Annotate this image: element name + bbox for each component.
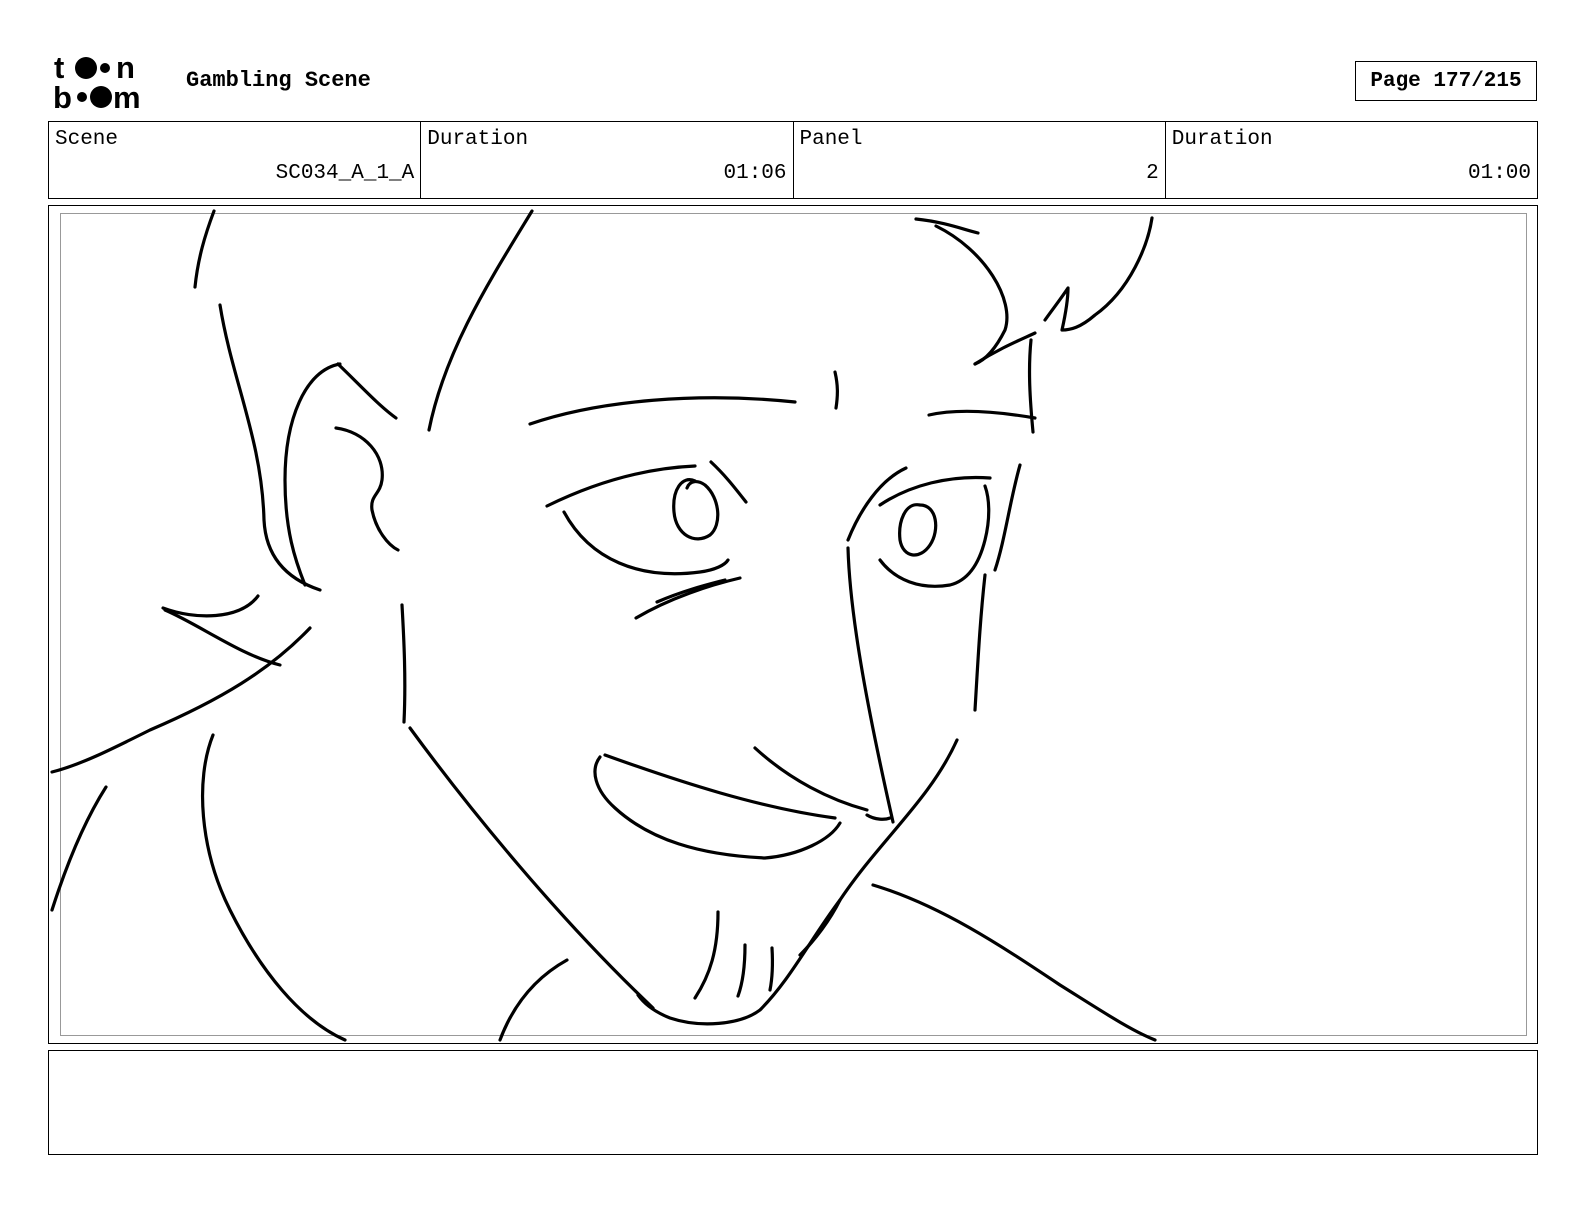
eye-right-upper [878, 475, 992, 507]
eye-bag-left [634, 576, 742, 620]
eye-left-pupil [672, 478, 720, 541]
eye-right-upper [846, 466, 908, 542]
eye-bag-left [655, 578, 727, 604]
shoulder-line [50, 626, 312, 774]
eye-right-pupil [898, 503, 938, 557]
brow-mark [833, 370, 839, 410]
ear-inner [336, 362, 398, 420]
beard-stroke [736, 943, 747, 998]
hair-stroke [934, 224, 1009, 366]
jaw-line [408, 726, 655, 1010]
eye-left-lid [709, 460, 748, 504]
cheek-line [973, 573, 987, 712]
storyboard-sketch [50, 209, 1157, 1042]
hair-tip [163, 608, 282, 667]
beard-stroke [693, 910, 720, 1000]
ear-outline [283, 362, 342, 587]
collar-line [498, 958, 569, 1042]
cheek-line [993, 463, 1022, 572]
beard-stroke [768, 946, 774, 992]
neck-line [400, 603, 407, 724]
hair-stroke [973, 331, 1037, 366]
hair-stroke [427, 209, 534, 432]
ear-inner [334, 426, 400, 552]
hair-tip [161, 594, 260, 618]
mouth-outline [593, 755, 842, 860]
hair-stroke [218, 303, 322, 592]
hair-stroke [193, 209, 216, 289]
eye-left-lower [562, 510, 730, 576]
mouth-upper [603, 753, 837, 820]
panel-notes-box [48, 1050, 1538, 1155]
nose-tip [865, 813, 892, 821]
nose-line [846, 546, 895, 824]
body-line [201, 733, 347, 1042]
smile-line [753, 746, 869, 812]
shoulder-right [871, 883, 1157, 1042]
body-line [50, 785, 108, 912]
brow-left [528, 396, 797, 426]
hair-stroke [1043, 216, 1154, 332]
brow-right [927, 409, 1037, 420]
